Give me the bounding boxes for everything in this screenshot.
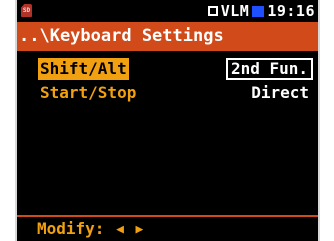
sd-card-icon: SD	[21, 4, 32, 17]
footer-label: Modify:	[37, 219, 105, 238]
clock-time: 19:16	[267, 2, 315, 20]
settings-list: Shift/Alt 2nd Fun. Start/Stop Direct	[17, 58, 318, 106]
setting-value[interactable]: 2nd Fun.	[225, 58, 313, 80]
status-indicators: VLM 19:16	[207, 2, 315, 20]
setting-value[interactable]: Direct	[247, 82, 313, 104]
setting-label: Shift/Alt	[38, 58, 129, 80]
mode-text: VLM	[220, 2, 250, 20]
arrow-left-icon: ◀	[116, 222, 124, 237]
square-mode-icon	[207, 6, 218, 16]
device-screen: SD VLM 19:16 ..\Keyboard Settings Shift/…	[15, 0, 320, 241]
setting-label: Start/Stop	[40, 83, 137, 102]
footer-hint: Modify: ◀ ▶	[17, 215, 318, 241]
arrow-right-icon: ▶	[135, 222, 144, 237]
setting-row-start-stop[interactable]: Start/Stop Direct	[17, 82, 318, 104]
status-bar: SD VLM 19:16	[17, 0, 318, 22]
battery-icon	[252, 5, 265, 17]
setting-row-shift-alt[interactable]: Shift/Alt 2nd Fun.	[17, 58, 318, 80]
page-title: ..\Keyboard Settings	[17, 22, 318, 51]
